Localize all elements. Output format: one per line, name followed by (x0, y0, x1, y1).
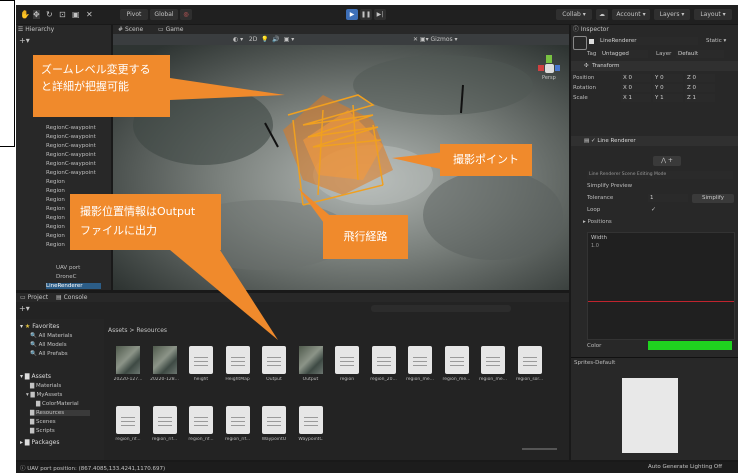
zoom-callout: ズームレベル変更する と詳細が把握可能 (33, 55, 170, 117)
zoom-callout-pointer (170, 78, 285, 100)
output-callout-pointer (170, 250, 278, 340)
shooting-point-pointer (392, 152, 445, 170)
output-callout: 撮影位置情報はOutput ファイルに出力 (70, 194, 221, 250)
flight-path-callout: 飛行経路 (323, 215, 408, 259)
shooting-point-callout: 撮影ポイント (440, 144, 532, 176)
